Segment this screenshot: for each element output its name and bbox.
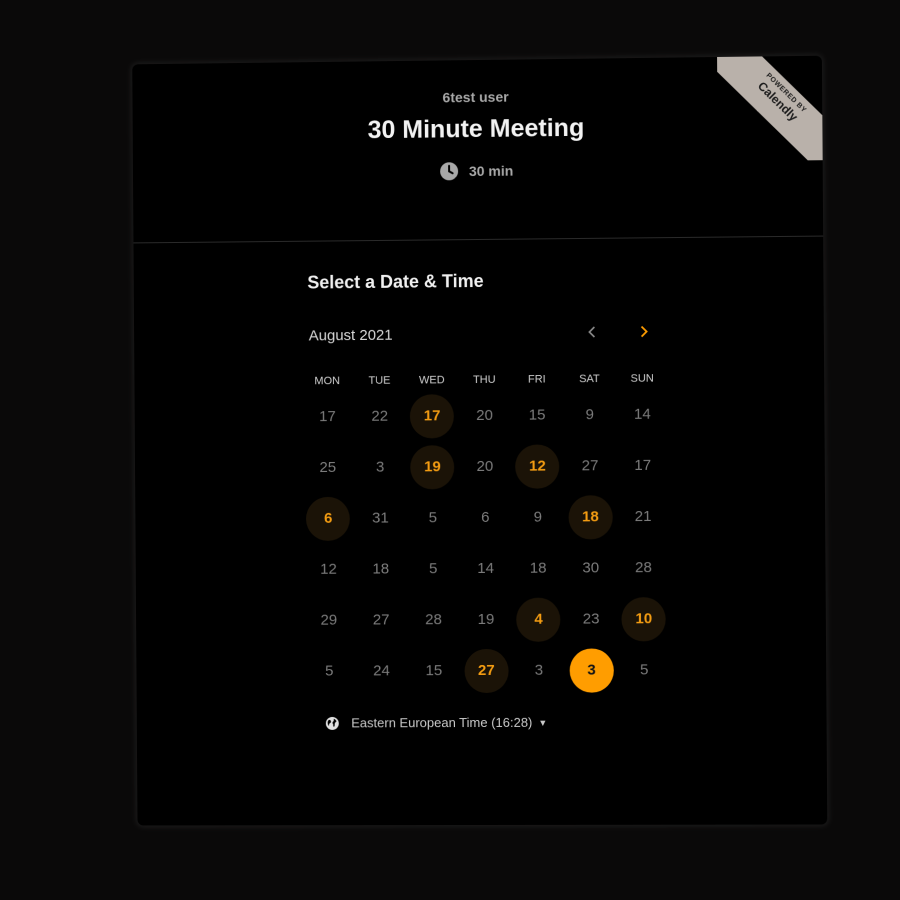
globe-icon xyxy=(325,716,339,730)
event-duration: 30 min xyxy=(439,161,513,182)
calendar-day: 15 xyxy=(425,661,443,679)
calendar-day: 31 xyxy=(372,509,389,527)
calendar-day: 27 xyxy=(581,456,599,474)
calendar-day: 27 xyxy=(372,610,390,628)
weekday-sun: SUN xyxy=(630,372,654,385)
calendar-day: 18 xyxy=(529,559,547,577)
caret-down-icon: ▼ xyxy=(538,717,548,728)
picker-heading: Select a Date & Time xyxy=(307,270,484,293)
calendar-day: 14 xyxy=(477,559,495,577)
calendar-grid: MON TUE WED THU FRI SAT SUN 17 22 17 20 15 9 1… xyxy=(301,368,673,696)
calendar-day: 12 xyxy=(320,560,337,578)
calendar-day-available[interactable]: 27 xyxy=(464,648,509,693)
calendar-day-available[interactable]: 12 xyxy=(515,443,560,489)
current-month: August 2021 xyxy=(308,326,393,345)
chevron-right-icon xyxy=(637,325,649,339)
calendar-day-available[interactable]: 19 xyxy=(410,444,455,489)
calendar-day: 3 xyxy=(534,661,544,679)
duration-label: 30 min xyxy=(468,162,514,180)
calendar-day-available[interactable]: 6 xyxy=(306,496,351,541)
calendar-day: 28 xyxy=(425,610,442,628)
calendar-day: 5 xyxy=(325,662,334,680)
calendar-day-available[interactable]: 17 xyxy=(410,393,455,438)
chevron-left-icon xyxy=(586,325,598,339)
calendar-day: 9 xyxy=(585,405,594,423)
calendar-day: 28 xyxy=(635,558,652,576)
calendar-day: 5 xyxy=(428,508,438,526)
calendar-day: 14 xyxy=(633,405,651,423)
calendar-day: 22 xyxy=(371,407,389,425)
calendar-day: 24 xyxy=(373,661,390,679)
calendar-day: 17 xyxy=(319,407,336,425)
calendar-day: 15 xyxy=(528,405,546,424)
calendar-day: 5 xyxy=(639,660,649,678)
weekday-wed: WED xyxy=(419,374,445,387)
powered-by-calendly-badge[interactable]: POWERED BY Calendly xyxy=(717,55,823,162)
calendar-day: 25 xyxy=(319,458,337,476)
calendar-day: 23 xyxy=(582,609,600,628)
calendar-day-available[interactable]: 18 xyxy=(568,494,613,539)
calendar-day: 18 xyxy=(372,559,390,578)
calendar-week-row: 17 22 17 20 15 9 14 xyxy=(301,389,671,443)
calendar-day: 20 xyxy=(476,406,493,424)
calendar-day: 9 xyxy=(533,508,543,526)
calendar-day: 20 xyxy=(476,457,494,475)
calendar-day-available[interactable]: 10 xyxy=(621,596,667,641)
badge-ribbon: POWERED BY Calendly xyxy=(717,55,823,162)
calendar-day: 19 xyxy=(477,610,495,628)
timezone-label: Eastern European Time (16:28) xyxy=(351,714,533,731)
calendar-day: 29 xyxy=(320,611,338,629)
weekday-tue: TUE xyxy=(368,374,391,387)
clock-icon xyxy=(439,161,459,181)
weekday-mon: MON xyxy=(314,375,341,388)
calendar-day: 6 xyxy=(481,508,490,526)
weekday-thu: THU xyxy=(472,373,496,387)
calendar-week-row: 6 31 5 6 9 18 21 xyxy=(302,491,672,544)
calendar-week-row: 25 3 19 20 12 27 17 xyxy=(302,440,672,493)
calendar-week-row: 5 24 15 27 3 3 5 xyxy=(303,644,673,696)
next-month-button[interactable] xyxy=(629,317,657,345)
calendar-day: 30 xyxy=(582,558,600,576)
calendar-weeks: 17 22 17 20 15 9 14 25 3 19 20 12 27 17 6 31 5 6 9 18 21 12 18… xyxy=(301,389,673,697)
weekday-header: MON TUE WED THU FRI SAT SUN xyxy=(301,368,671,391)
calendar-week-row: 12 18 5 14 18 30 28 xyxy=(302,542,672,595)
calendar-day-available[interactable]: 4 xyxy=(516,597,561,642)
calendar-day: 17 xyxy=(634,456,652,474)
calendar-day: 5 xyxy=(428,559,438,577)
calendar-week-row: 29 27 28 19 4 23 10 xyxy=(303,593,673,646)
previous-month-button[interactable] xyxy=(578,318,606,346)
weekday-fri: FRI xyxy=(527,373,546,386)
weekday-sat: SAT xyxy=(579,373,600,386)
calendar-day: 3 xyxy=(375,458,385,476)
timezone-selector[interactable]: Eastern European Time (16:28) ▼ xyxy=(325,715,547,731)
calendar-day-selected[interactable]: 3 xyxy=(569,647,614,693)
calendar-day: 21 xyxy=(634,507,652,525)
scheduling-card: POWERED BY Calendly 6test user 30 Minute… xyxy=(132,55,828,826)
